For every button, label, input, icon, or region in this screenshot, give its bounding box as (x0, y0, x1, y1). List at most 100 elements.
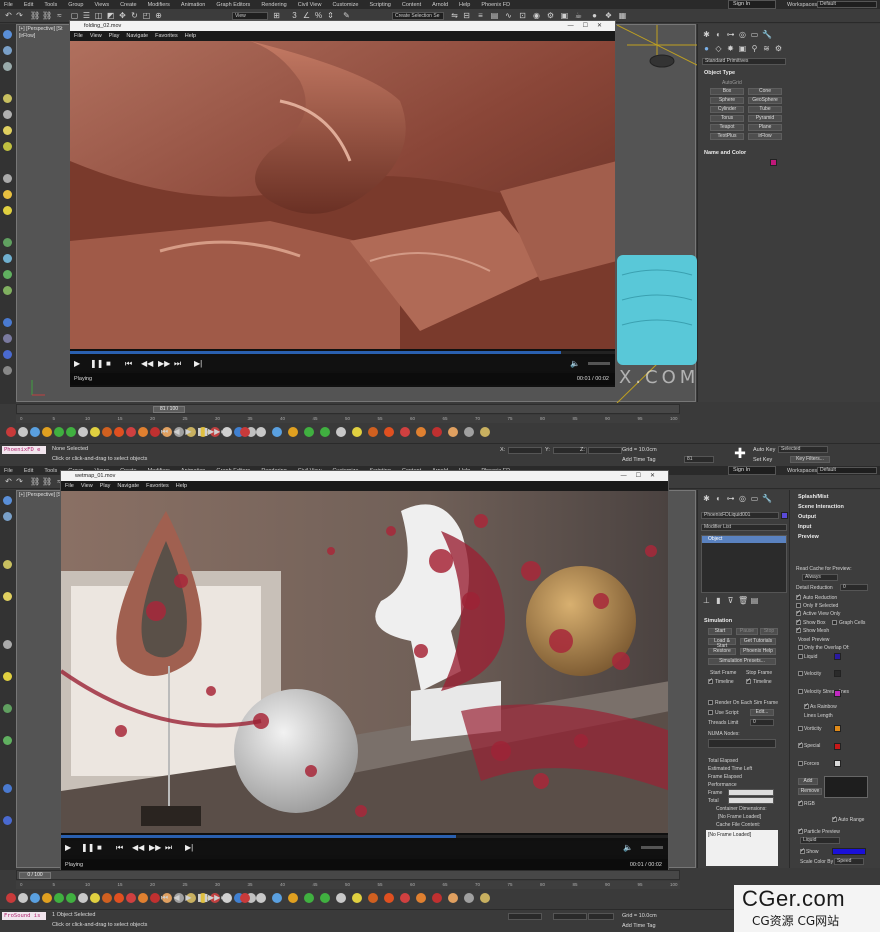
playback-control-icon[interactable]: ❚❚ (196, 427, 209, 436)
utilities-tab-icon[interactable]: 🔧 (762, 494, 772, 503)
sky-icon[interactable] (3, 206, 12, 215)
menu-item-scripting[interactable]: Scripting (369, 2, 390, 8)
playback-control-icon[interactable]: ▶ (184, 427, 193, 436)
menu-item-edit[interactable]: Edit (24, 468, 33, 474)
camera-icon[interactable] (3, 110, 12, 119)
show-box-checkbox[interactable] (796, 618, 801, 625)
trackbar-tool-icon[interactable] (18, 427, 28, 437)
menu-item-rendering[interactable]: Rendering (261, 2, 286, 8)
time-slider-thumb[interactable]: 0 / 100 (19, 872, 51, 879)
system-icon[interactable] (3, 736, 12, 745)
trackbar-tool-icon[interactable] (78, 893, 88, 903)
create-tab-icon[interactable]: ✱ (702, 494, 711, 503)
player-menu-navigate[interactable]: Navigate (117, 483, 139, 489)
phoenix-tool-icon[interactable] (256, 427, 266, 437)
layer-explorer-icon[interactable] (3, 62, 12, 71)
render-frame-icon[interactable]: ▣ (560, 11, 569, 20)
object-name-field[interactable]: PhoenixFDLiquid001 (701, 512, 779, 519)
viewport-config-icon[interactable] (3, 816, 12, 825)
motion-tab-icon[interactable]: ◎ (738, 494, 747, 503)
workspaces-select[interactable]: Default (817, 1, 877, 8)
remove-modifier-icon[interactable]: 🗑 (738, 596, 748, 605)
menu-item-file[interactable]: File (4, 2, 13, 8)
y-coord-field[interactable] (553, 913, 587, 920)
ribbon-icon[interactable]: ▤ (490, 11, 499, 20)
vorticity-color-swatch[interactable] (834, 725, 841, 732)
add-time-tag[interactable]: Add Time Tag (622, 923, 656, 929)
stop-button[interactable]: Stop (760, 628, 778, 635)
auto-reduction-checkbox[interactable] (796, 593, 801, 600)
phoenix-tool-icon[interactable] (352, 893, 362, 903)
play-icon[interactable]: ▶ (74, 359, 80, 369)
object-type-geosphere-button[interactable]: GeoSphere (748, 97, 782, 104)
special-color-swatch[interactable] (834, 743, 841, 750)
set-key-icon[interactable]: ✚ (733, 446, 747, 460)
phoenix-tool-icon[interactable] (352, 427, 362, 437)
name-color-header[interactable]: Name and Color (704, 150, 746, 156)
active-view-checkbox[interactable] (796, 609, 801, 616)
light-icon[interactable] (3, 94, 12, 103)
playback-control-icon[interactable]: ▶▶ (208, 893, 220, 902)
arnold-icon[interactable]: ● (590, 11, 599, 20)
simulator-icon[interactable]: ▦ (618, 11, 627, 20)
redo-icon[interactable]: ↷ (15, 477, 24, 486)
modifier-list-select[interactable]: Modifier List (701, 524, 787, 531)
player-menu-help[interactable]: Help (176, 483, 187, 489)
simulation-header[interactable]: Simulation (704, 618, 732, 624)
trackbar-tool-icon[interactable] (42, 893, 52, 903)
key-mode-select[interactable]: Selected (778, 446, 828, 453)
move-icon[interactable]: ✥ (118, 11, 127, 20)
menu-item-tools[interactable]: Tools (44, 468, 57, 474)
stop-icon[interactable]: ■ (97, 843, 102, 853)
step-icon[interactable]: ▶| (194, 359, 202, 369)
region-icon[interactable]: ◫ (94, 11, 103, 20)
phoenix-tool-icon[interactable] (368, 893, 378, 903)
align-icon[interactable]: ⊟ (462, 11, 471, 20)
playback-control-icon[interactable]: ◀ (172, 427, 181, 436)
link-icon[interactable]: ⛓ (30, 11, 40, 20)
special-checkbox[interactable] (798, 741, 803, 748)
numa-field[interactable] (708, 739, 776, 748)
system-icon[interactable] (3, 270, 12, 279)
trackbar-tool-icon[interactable] (42, 427, 52, 437)
remove-button[interactable]: Remove (798, 788, 822, 795)
render-setup-icon[interactable]: ⚙ (546, 11, 555, 20)
display-tab-icon[interactable]: ▭ (750, 494, 759, 503)
omni-icon[interactable] (3, 190, 12, 199)
phoenix-tool-icon[interactable] (320, 427, 330, 437)
player-menu-view[interactable]: View (90, 33, 102, 39)
trackbar-tool-icon[interactable] (66, 893, 76, 903)
pause-icon[interactable]: ❚❚ (90, 359, 103, 369)
maxscript-listener[interactable]: FroSound is (2, 912, 46, 920)
forward-icon[interactable]: ▶▶ (149, 843, 161, 853)
sign-in-button[interactable]: Sign In (728, 0, 776, 9)
workspaces-select[interactable]: Default (817, 467, 877, 474)
x-coord-field[interactable] (508, 447, 542, 454)
object-color-swatch[interactable] (781, 512, 788, 519)
utilities-tab-icon[interactable]: 🔧 (762, 30, 772, 39)
sphere-tool-icon[interactable] (3, 784, 12, 793)
phoenix-tool-icon[interactable] (336, 427, 346, 437)
phoenix-tool-icon[interactable] (272, 427, 282, 437)
phoenix-tool-icon[interactable] (304, 893, 314, 903)
pause-icon[interactable]: ❚❚ (81, 843, 94, 853)
particle-color-swatch[interactable] (832, 848, 866, 855)
show-end-result-icon[interactable]: ▮ (714, 596, 723, 605)
seek-bar[interactable] (70, 351, 615, 354)
rewind-icon[interactable]: ◀◀ (141, 359, 153, 369)
maxscript-listener[interactable]: PhoenixFD e (2, 446, 46, 454)
create-tab-icon[interactable]: ✱ (702, 30, 711, 39)
volume-slider[interactable] (588, 362, 610, 365)
player-menu-favorites[interactable]: Favorites (146, 483, 169, 489)
forward-icon[interactable]: ▶▶ (158, 359, 170, 369)
object-color-swatch[interactable] (770, 159, 777, 166)
rewind-icon[interactable]: ◀◀ (132, 843, 144, 853)
player-menu-play[interactable]: Play (109, 33, 120, 39)
container-icon[interactable] (3, 30, 12, 39)
object-type-tube-button[interactable]: Tube (748, 106, 782, 113)
geometry-icon[interactable]: ● (702, 44, 711, 53)
window-controls[interactable]: —☐✕ (621, 471, 664, 481)
player-menu-help[interactable]: Help (185, 33, 196, 39)
render-icon[interactable]: ☕ (574, 11, 583, 20)
window-crossing-icon[interactable]: ◩ (106, 11, 115, 20)
